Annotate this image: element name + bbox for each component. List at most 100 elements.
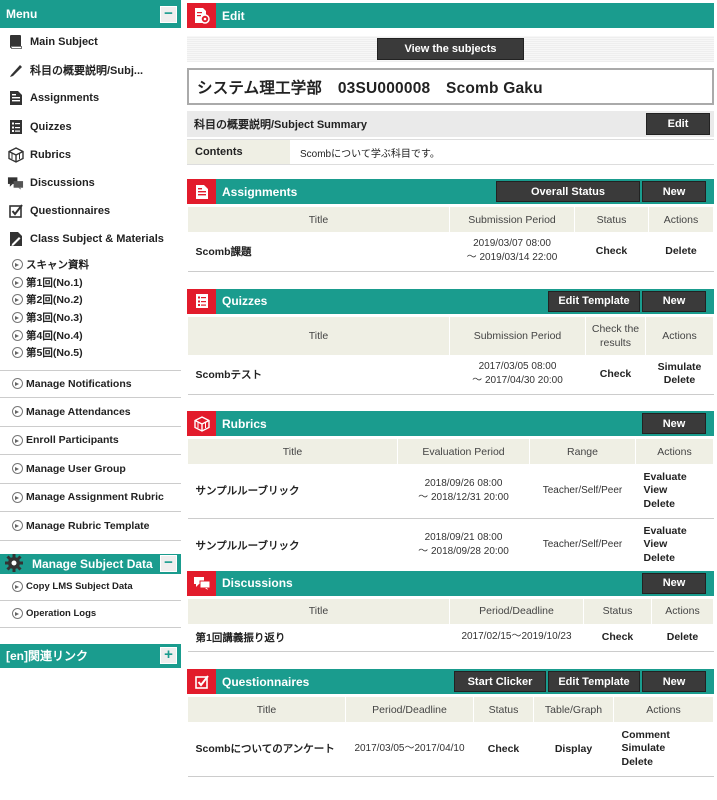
row-title[interactable]: Scomb課題 (187, 232, 450, 272)
row-status-link[interactable]: Check (574, 232, 649, 272)
material-item[interactable]: 第2回(No.2) (0, 291, 181, 309)
row-title[interactable]: Scombテスト (187, 354, 450, 395)
arrow-circle-icon (12, 434, 23, 446)
nav-main-subject[interactable]: Main Subject (0, 28, 181, 56)
arrow-circle-icon (12, 258, 23, 270)
new-quiz-button[interactable]: New (642, 290, 706, 312)
new-discussion-button[interactable]: New (642, 572, 706, 594)
menu-collapse-button[interactable]: − (160, 5, 177, 23)
row-status-link[interactable]: Check (585, 354, 646, 395)
material-item[interactable]: スキャン資料 (0, 256, 181, 274)
book-icon (7, 34, 24, 51)
row-title[interactable]: Scombについてのアンケート (187, 722, 346, 777)
column-header: Title (187, 439, 398, 464)
material-item[interactable]: 第3回(No.3) (0, 309, 181, 327)
view-link[interactable]: View (644, 538, 668, 550)
arrow-circle-icon (12, 463, 23, 475)
column-header: Evaluation Period (397, 439, 530, 464)
subject-heading: システム理工学部 03SU000008 Scomb Gaku (187, 68, 714, 105)
manage-notifications-link[interactable]: Manage Notifications (0, 369, 181, 399)
table-row: Scombについてのアンケート 2017/03/05～2017/04/10 Ch… (187, 722, 714, 777)
simulate-link[interactable]: Simulate (622, 742, 666, 754)
delete-link[interactable]: Delete (644, 498, 676, 510)
view-subjects-bar: View the subjects (187, 36, 714, 62)
row-actions: Comment Simulate Delete (613, 722, 714, 777)
summary-edit-button[interactable]: Edit (646, 113, 710, 135)
material-item[interactable]: 第4回(No.4) (0, 326, 181, 344)
view-subjects-button[interactable]: View the subjects (377, 38, 524, 60)
column-header: Actions (635, 439, 714, 464)
manage-attendances-link[interactable]: Manage Attendances (0, 398, 181, 427)
manage-user-group-link[interactable]: Manage User Group (0, 455, 181, 484)
column-header: Title (187, 207, 450, 232)
contents-label: Contents (187, 140, 290, 164)
nav-assignments[interactable]: Assignments (0, 84, 181, 112)
column-header: Table/Graph (533, 697, 614, 722)
discussions-table: Title Period/Deadline Status Actions 第1回… (187, 598, 714, 652)
row-status-link[interactable]: Check (583, 623, 652, 652)
arrow-circle-icon (12, 378, 23, 390)
row-title[interactable]: 第1回講義振り返り (187, 623, 450, 652)
table-row: サンプルルーブリック 2018/09/21 08:00 ～ 2018/09/28 … (187, 518, 714, 573)
checkbox-icon (187, 669, 216, 694)
rubrics-header: Rubrics New (187, 411, 714, 436)
operation-logs-link[interactable]: Operation Logs (0, 601, 181, 628)
main-content: Edit View the subjects システム理工学部 03SU0000… (187, 0, 714, 777)
copy-lms-data-link[interactable]: Copy LMS Subject Data (0, 574, 181, 601)
arrow-circle-icon (12, 491, 23, 503)
material-item[interactable]: 第5回(No.5) (0, 344, 181, 362)
column-header: Check the results (585, 316, 646, 355)
quiz-edit-template-button[interactable]: Edit Template (548, 290, 640, 312)
new-questionnaire-button[interactable]: New (642, 671, 706, 692)
overall-status-button[interactable]: Overall Status (496, 181, 640, 202)
row-display-link[interactable]: Display (533, 722, 614, 777)
evaluate-link[interactable]: Evaluate (644, 471, 687, 483)
nav-quizzes[interactable]: Quizzes (0, 113, 181, 141)
sidebar: Menu − Main Subject 科目の概要説明/Subj... Assi… (0, 0, 181, 800)
manage-list: Manage Notifications Manage Attendances … (0, 369, 181, 541)
manage-rubric-template-link[interactable]: Manage Rubric Template (0, 512, 181, 541)
nav-questionnaires[interactable]: Questionnaires (0, 197, 181, 225)
new-rubric-button[interactable]: New (642, 413, 706, 434)
nav-discussions[interactable]: Discussions (0, 169, 181, 197)
row-title[interactable]: サンプルルーブリック (187, 518, 398, 573)
manage-assignment-rubric-link[interactable]: Manage Assignment Rubric (0, 484, 181, 513)
row-title[interactable]: サンプルルーブリック (187, 464, 398, 519)
nav-label: Questionnaires (30, 205, 111, 218)
column-header: Period/Deadline (345, 697, 474, 722)
arrow-circle-icon (12, 311, 23, 323)
assignments-title: Assignments (222, 184, 298, 199)
new-assignment-button[interactable]: New (642, 181, 706, 202)
evaluate-link[interactable]: Evaluate (644, 525, 687, 537)
questionnaires-header: Questionnaires Start Clicker Edit Templa… (187, 669, 714, 694)
delete-link[interactable]: Delete (664, 374, 696, 386)
row-actions: Evaluate View Delete (635, 518, 714, 573)
material-item[interactable]: 第1回(No.1) (0, 273, 181, 291)
row-status-link[interactable]: Check (473, 722, 534, 777)
enroll-participants-link[interactable]: Enroll Participants (0, 427, 181, 456)
view-link[interactable]: View (644, 484, 668, 496)
row-delete-link[interactable]: Delete (648, 232, 714, 272)
delete-link[interactable]: Delete (644, 552, 676, 564)
edit-title: Edit (222, 8, 245, 23)
questionnaires-title: Questionnaires (222, 674, 310, 689)
quizzes-header: Quizzes Edit Template New (187, 288, 714, 314)
start-clicker-button[interactable]: Start Clicker (454, 671, 546, 692)
simulate-link[interactable]: Simulate (658, 361, 702, 373)
arrow-circle-icon (12, 608, 23, 620)
nav-class-materials[interactable]: Class Subject & Materials (0, 225, 181, 253)
subject-data-collapse-button[interactable]: − (160, 555, 177, 573)
nav-subject-summary[interactable]: 科目の概要説明/Subj... (0, 56, 181, 84)
delete-link[interactable]: Delete (622, 756, 654, 768)
nav-rubrics[interactable]: Rubrics (0, 141, 181, 169)
related-links-expand-button[interactable]: + (160, 647, 177, 665)
contents-value: Scombについて学ぶ科目です。 (300, 148, 440, 160)
table-row: Scombテスト 2017/03/05 08:00 ～ 2017/04/30 20… (187, 354, 714, 395)
nav-label: Rubrics (30, 148, 71, 161)
comment-link[interactable]: Comment (622, 729, 670, 741)
questionnaire-edit-template-button[interactable]: Edit Template (548, 671, 640, 692)
summary-bar: 科目の概要説明/Subject Summary Edit (187, 111, 714, 137)
arrow-circle-icon (12, 406, 23, 418)
row-delete-link[interactable]: Delete (651, 623, 714, 652)
menu-title: Menu (6, 7, 38, 21)
